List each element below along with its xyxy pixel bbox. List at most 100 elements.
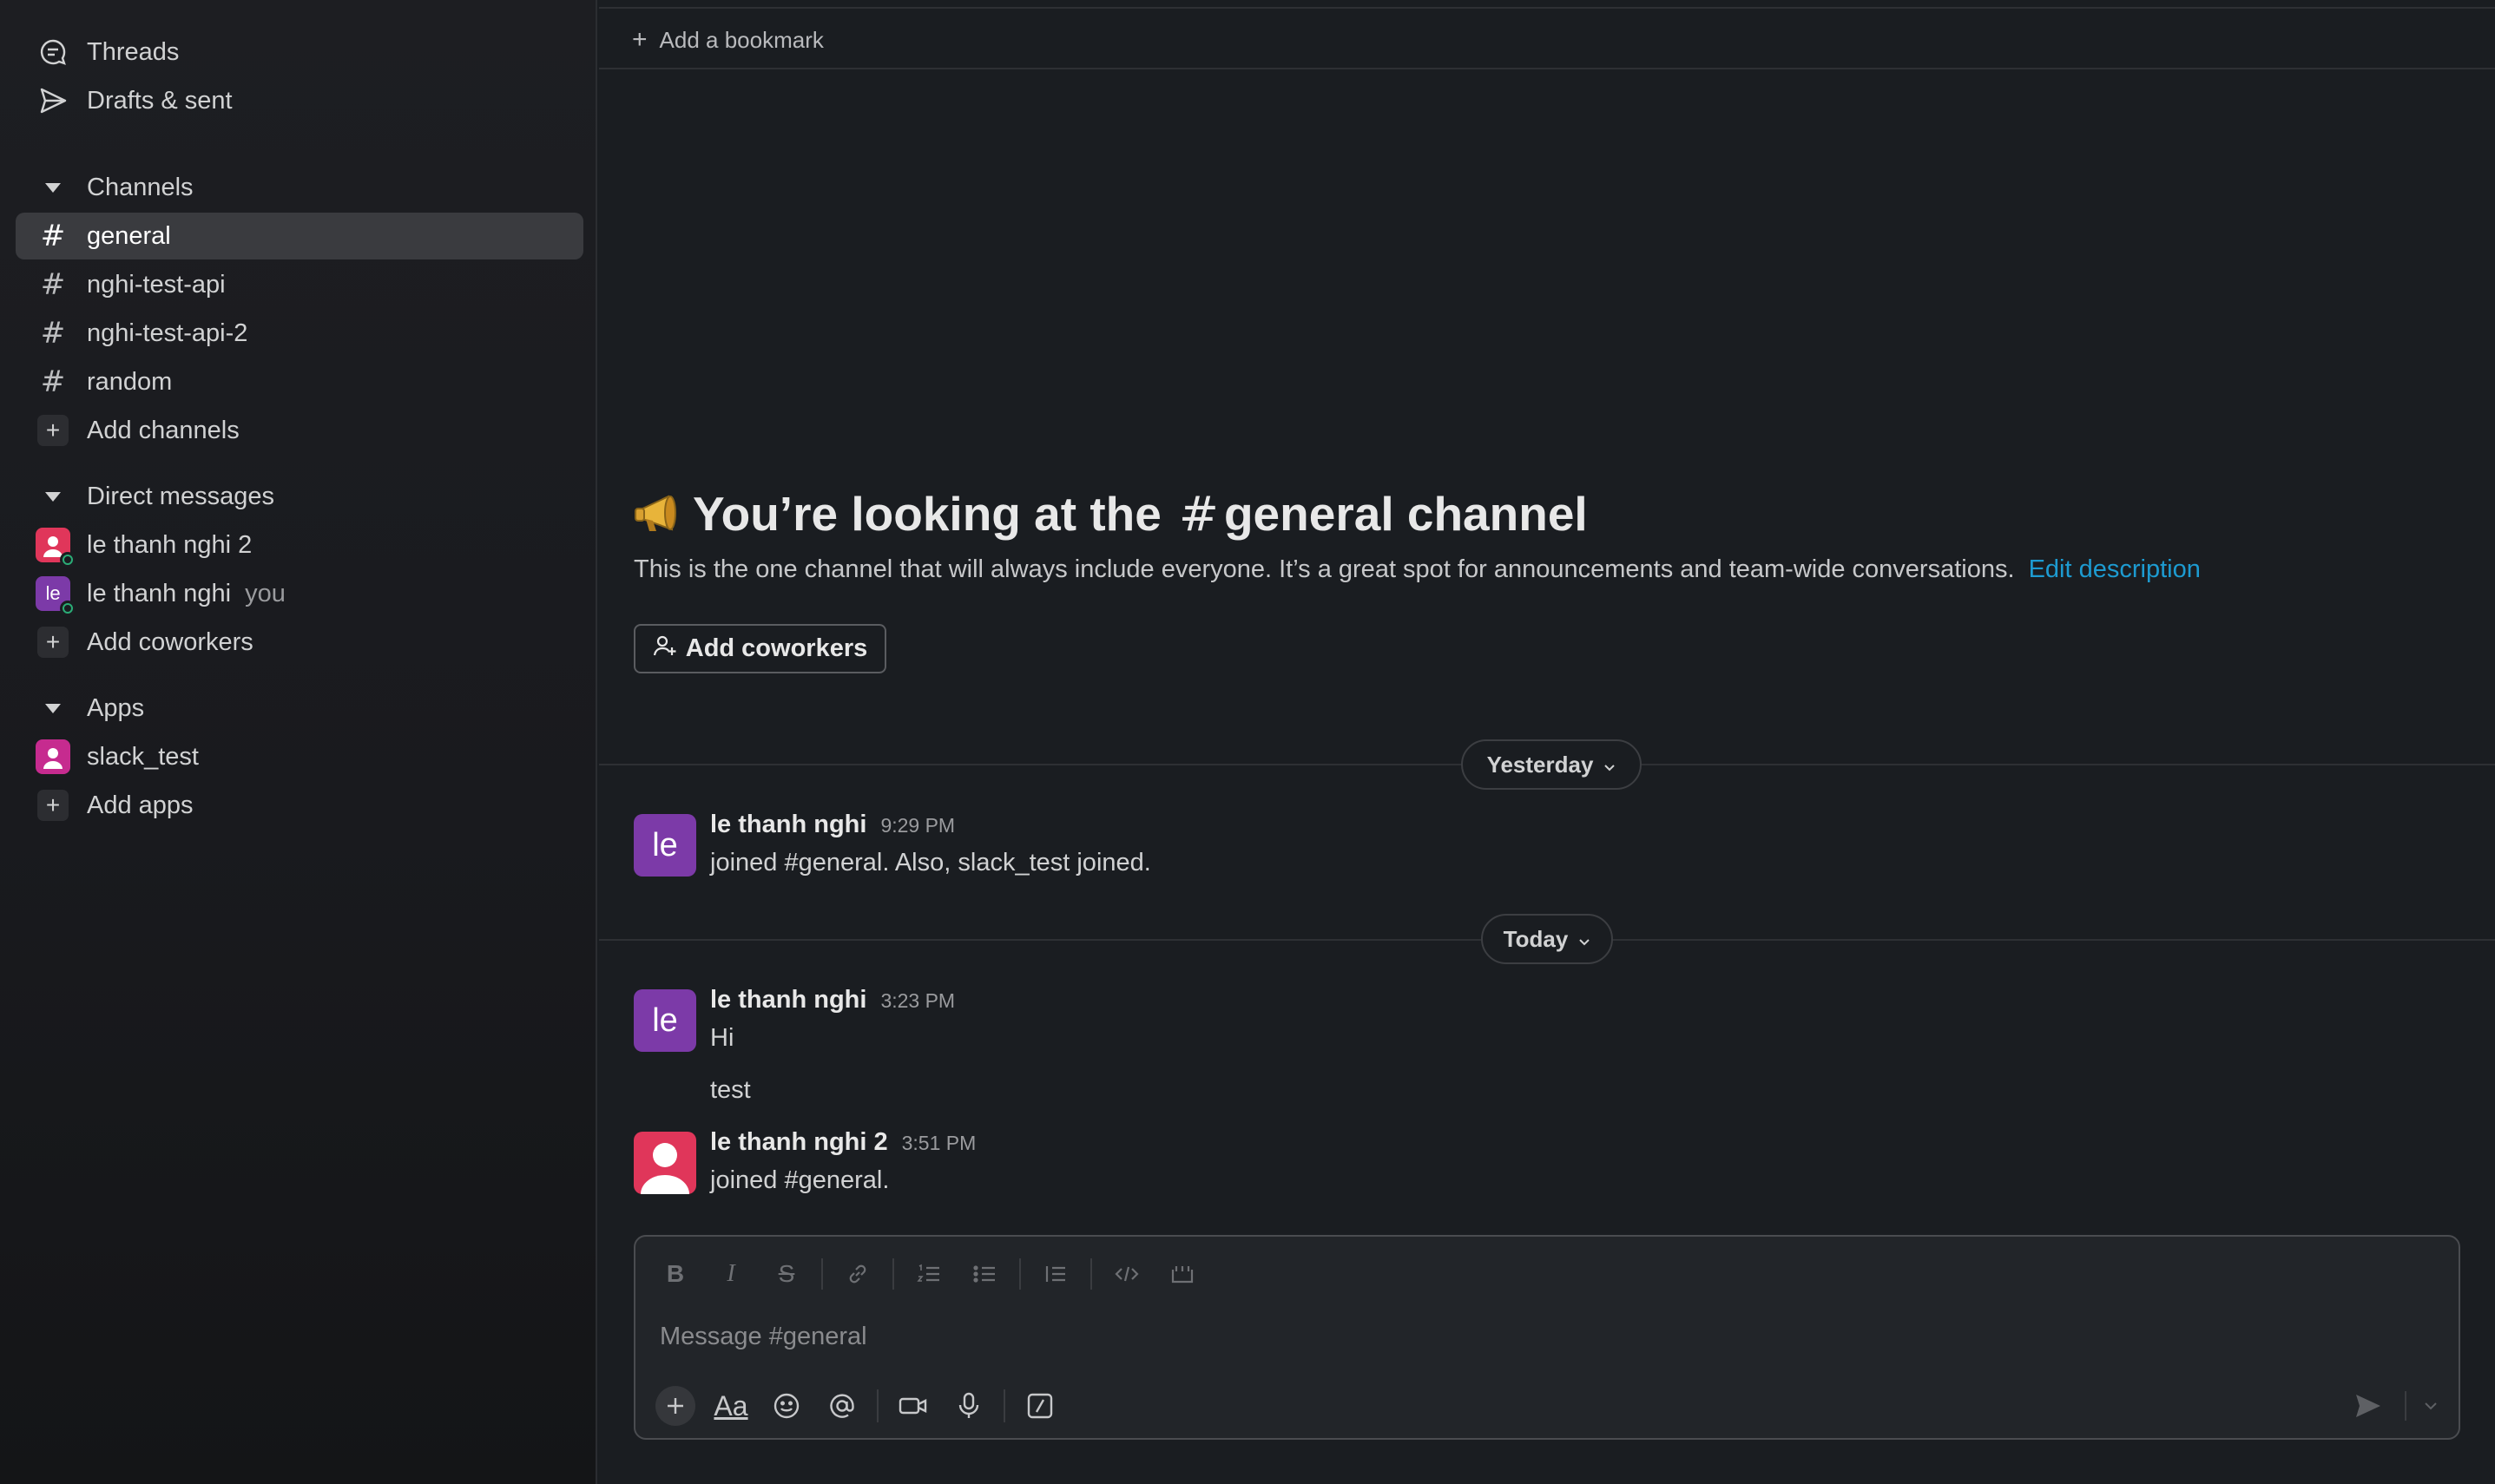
message-text: joined #general. <box>710 1166 890 1194</box>
section-header: Direct messages <box>87 482 274 510</box>
hash-icon: # <box>40 364 66 399</box>
dm-section-toggle[interactable]: Direct messages <box>16 473 583 520</box>
add-bookmark-label: Add a bookmark <box>659 26 824 53</box>
avatar: le <box>36 576 76 616</box>
section-header: Channels <box>87 173 194 201</box>
edit-description-link[interactable]: Edit description <box>2029 555 2201 583</box>
composer-action-bar: Aa <box>648 1384 1068 1428</box>
avatar-initials: le <box>652 826 678 863</box>
toolbar-separator <box>1004 1389 1005 1422</box>
channel-description-text: This is the one channel that will always… <box>634 555 2015 583</box>
bulleted-list-icon[interactable] <box>957 1254 1012 1294</box>
toolbar-separator <box>821 1258 823 1290</box>
code-icon[interactable] <box>1099 1254 1155 1294</box>
message-header: le thanh nghi 9:29 PM <box>710 811 955 839</box>
send-icon <box>31 77 75 124</box>
sidebar-item-channel-nghi-test-api-2[interactable]: # nghi-test-api-2 <box>16 310 583 357</box>
video-icon[interactable] <box>885 1384 941 1428</box>
emoji-icon[interactable] <box>759 1384 814 1428</box>
sidebar-item-label: Add apps <box>87 791 194 819</box>
sidebar-item-channel-nghi-test-api[interactable]: # nghi-test-api <box>16 261 583 308</box>
sidebar-item-dm-le-thanh-nghi[interactable]: le le thanh nghi you <box>16 570 583 617</box>
avatar <box>36 528 76 568</box>
channels-section-toggle[interactable]: Channels <box>16 164 583 211</box>
you-label: you <box>245 579 286 607</box>
link-icon[interactable] <box>830 1254 885 1294</box>
message-header: le thanh nghi 2 3:51 PM <box>710 1128 976 1157</box>
avatar[interactable]: le <box>634 814 696 877</box>
message-timestamp[interactable]: 3:51 PM <box>902 1132 977 1155</box>
send-controls <box>2340 1384 2446 1428</box>
channel-name: nghi-test-api <box>87 270 226 299</box>
slack-app: Threads Drafts & sent Channels # general… <box>0 0 2495 1484</box>
code-block-icon[interactable] <box>1155 1254 1210 1294</box>
sidebar-item-threads[interactable]: Threads <box>16 29 583 76</box>
sidebar-item-channel-general[interactable]: # general <box>16 213 583 259</box>
plus-icon: + <box>31 782 75 829</box>
add-bookmark-button[interactable]: + Add a bookmark <box>632 23 824 57</box>
plus-icon[interactable] <box>655 1386 695 1426</box>
sidebar: Threads Drafts & sent Channels # general… <box>0 0 597 1484</box>
add-coworkers-sidebar-button[interactable]: + Add coworkers <box>16 619 583 666</box>
message-timestamp[interactable]: 3:23 PM <box>880 989 955 1013</box>
message-timestamp[interactable]: 9:29 PM <box>880 814 955 837</box>
avatar-initials: le <box>45 582 61 604</box>
strikethrough-icon[interactable]: S <box>759 1254 814 1294</box>
italic-icon[interactable]: I <box>703 1254 759 1294</box>
date-divider-yesterday[interactable]: Yesterday <box>1461 739 1642 790</box>
apps-section-toggle[interactable]: Apps <box>16 685 583 732</box>
sidebar-item-label: Add coworkers <box>87 627 253 656</box>
channel-intro-title: You’re looking at the # general channel <box>632 486 1588 542</box>
channel-name: nghi-test-api-2 <box>87 318 248 347</box>
message-author[interactable]: le thanh nghi 2 <box>710 1128 888 1157</box>
blockquote-icon[interactable] <box>1028 1254 1083 1294</box>
hash-icon: # <box>40 267 66 302</box>
bold-icon[interactable]: B <box>648 1254 703 1294</box>
sidebar-item-label: Drafts & sent <box>87 86 233 115</box>
add-apps-button[interactable]: + Add apps <box>16 782 583 829</box>
intro-title-channel: general channel <box>1223 487 1588 541</box>
message-author[interactable]: le thanh nghi <box>710 811 866 839</box>
sidebar-item-app-slack-test[interactable]: slack_test <box>16 733 583 780</box>
plus-icon: + <box>632 25 648 54</box>
avatar <box>36 739 70 774</box>
toolbar-separator <box>2405 1391 2406 1421</box>
channel-name: random <box>87 367 173 396</box>
sidebar-item-channel-random[interactable]: # random <box>16 358 583 405</box>
microphone-icon[interactable] <box>941 1384 997 1428</box>
formatting-glyph: Aa <box>714 1389 748 1422</box>
plus-icon: + <box>31 619 75 666</box>
message-author[interactable]: le thanh nghi <box>710 986 866 1015</box>
app-name: slack_test <box>87 742 199 771</box>
message-input[interactable] <box>658 1317 2307 1356</box>
sidebar-item-drafts[interactable]: Drafts & sent <box>16 77 583 124</box>
message-item[interactable]: le thanh nghi 2 3:51 PM joined #general. <box>634 1128 2023 1201</box>
message-item[interactable]: le le thanh nghi 9:29 PM joined #general… <box>634 811 2023 883</box>
formatting-icon[interactable]: Aa <box>703 1384 759 1428</box>
add-user-icon <box>653 634 677 665</box>
message-text: joined #general. Also, slack_test joined… <box>710 849 1151 877</box>
mention-icon[interactable] <box>814 1384 870 1428</box>
date-divider-today[interactable]: Today <box>1481 914 1613 964</box>
threads-icon <box>31 29 75 76</box>
date-label: Yesterday <box>1486 751 1594 778</box>
toolbar-separator <box>892 1258 894 1290</box>
hash-icon: # <box>40 316 66 351</box>
hash-icon: # <box>1178 486 1219 542</box>
formatting-toolbar: B I S <box>648 1254 1210 1294</box>
caret-down-icon <box>31 685 75 732</box>
avatar[interactable]: le <box>634 989 696 1052</box>
send-icon[interactable] <box>2340 1384 2396 1428</box>
add-channels-button[interactable]: + Add channels <box>16 407 583 454</box>
message-item[interactable]: le le thanh nghi 3:23 PM Hi test <box>634 986 2023 1111</box>
intro-title-prefix: You’re looking at the <box>693 487 1162 541</box>
shortcuts-icon[interactable] <box>1012 1384 1068 1428</box>
ordered-list-icon[interactable] <box>901 1254 957 1294</box>
toolbar-separator <box>877 1389 879 1422</box>
sidebar-item-dm-le-thanh-nghi-2[interactable]: le thanh nghi 2 <box>16 522 583 568</box>
avatar[interactable] <box>634 1132 696 1194</box>
message-header: le thanh nghi 3:23 PM <box>710 986 955 1015</box>
chevron-down-icon[interactable] <box>2415 1384 2446 1428</box>
add-coworkers-button[interactable]: Add coworkers <box>634 624 886 673</box>
dm-name: le thanh nghi <box>87 579 232 607</box>
